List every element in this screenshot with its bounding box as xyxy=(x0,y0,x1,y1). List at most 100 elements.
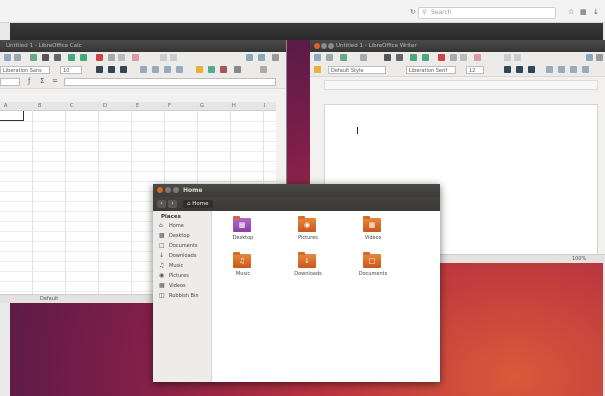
folder-music[interactable]: ♫ Music xyxy=(218,252,268,294)
undo-icon[interactable] xyxy=(160,54,167,61)
sidebar-item-rubbish-bin[interactable]: ◫ Rubbish Bin xyxy=(153,292,211,301)
clone-formatting-icon[interactable] xyxy=(132,54,139,61)
zoom-level[interactable]: 100% xyxy=(572,256,586,262)
column-header-i[interactable]: I xyxy=(264,103,265,109)
print-preview-icon[interactable] xyxy=(396,54,403,61)
sidebar-item-downloads[interactable]: ↓ Downloads xyxy=(153,252,211,261)
name-box[interactable] xyxy=(0,78,20,86)
spellcheck-icon[interactable] xyxy=(410,54,417,61)
align-center-icon[interactable] xyxy=(152,66,159,73)
spellcheck-icon[interactable] xyxy=(68,54,75,61)
formula-icon[interactable]: = xyxy=(52,77,58,85)
toolbar-more-icon[interactable] xyxy=(272,54,279,61)
undo-icon[interactable] xyxy=(504,54,511,61)
redo-icon[interactable] xyxy=(170,54,177,61)
minimize-icon[interactable] xyxy=(165,187,171,193)
bold-icon[interactable] xyxy=(504,66,511,73)
align-right-icon[interactable] xyxy=(570,66,577,73)
paste-icon[interactable] xyxy=(118,54,125,61)
breadcrumb[interactable]: ⌂ Home xyxy=(183,200,213,208)
column-header-g[interactable]: G xyxy=(200,103,204,109)
borders-icon[interactable] xyxy=(234,66,241,73)
maximize-icon[interactable] xyxy=(173,187,179,193)
formula-input[interactable] xyxy=(64,78,276,86)
star-icon[interactable]: ☆ xyxy=(568,8,574,16)
column-header-e[interactable]: E xyxy=(136,103,139,109)
close-icon[interactable] xyxy=(314,43,320,49)
calc-font-name-field[interactable]: Liberation Sans xyxy=(0,66,50,74)
minimize-icon[interactable] xyxy=(321,43,327,49)
currency-icon[interactable] xyxy=(196,66,203,73)
underline-icon[interactable] xyxy=(528,66,535,73)
sidebar-item-pictures[interactable]: ◉ Pictures xyxy=(153,272,211,281)
autospell-icon[interactable] xyxy=(422,54,429,61)
paragraph-style-field[interactable]: Default Style xyxy=(328,66,386,74)
calc-font-size-field[interactable]: 10 xyxy=(60,66,82,74)
column-header-f[interactable]: F xyxy=(168,103,171,109)
save-icon[interactable] xyxy=(340,54,347,61)
autospell-icon[interactable] xyxy=(80,54,87,61)
folder-documents[interactable]: □ Documents xyxy=(348,252,398,294)
print-icon[interactable] xyxy=(384,54,391,61)
column-header-a[interactable]: A xyxy=(4,103,7,109)
function-wizard-icon[interactable]: ƒ xyxy=(28,77,30,85)
underline-icon[interactable] xyxy=(120,66,127,73)
maximize-icon[interactable] xyxy=(328,43,334,49)
cut-icon[interactable] xyxy=(96,54,103,61)
search-input[interactable]: ⚲ Search xyxy=(418,7,556,19)
styles-icon[interactable] xyxy=(314,66,321,73)
forward-button[interactable]: › xyxy=(168,200,177,208)
folder-desktop[interactable]: ▩ Desktop xyxy=(218,216,268,258)
folder-downloads[interactable]: ↓ Downloads xyxy=(283,252,333,294)
sidebar-item-desktop[interactable]: ▩ Desktop xyxy=(153,232,211,241)
folder-videos[interactable]: ▦ Videos xyxy=(348,216,398,258)
print-icon[interactable] xyxy=(42,54,49,61)
column-header-d[interactable]: D xyxy=(103,103,107,109)
clone-formatting-icon[interactable] xyxy=(474,54,481,61)
cut-icon[interactable] xyxy=(438,54,445,61)
toolbar-more-icon[interactable] xyxy=(596,54,603,61)
horizontal-ruler[interactable] xyxy=(324,80,598,90)
italic-icon[interactable] xyxy=(516,66,523,73)
paste-icon[interactable] xyxy=(460,54,467,61)
italic-icon[interactable] xyxy=(108,66,115,73)
bookmark-icon[interactable]: ▦ xyxy=(580,8,587,16)
reload-icon[interactable]: ↻ xyxy=(410,8,416,16)
copy-icon[interactable] xyxy=(450,54,457,61)
copy-icon[interactable] xyxy=(108,54,115,61)
sidebar-item-videos[interactable]: ▦ Videos xyxy=(153,282,211,291)
new-icon[interactable] xyxy=(314,54,321,61)
new-icon[interactable] xyxy=(4,54,11,61)
back-button[interactable]: ‹ xyxy=(157,200,166,208)
close-icon[interactable] xyxy=(157,187,163,193)
export-pdf-icon[interactable] xyxy=(360,54,367,61)
align-right-icon[interactable] xyxy=(164,66,171,73)
active-cell[interactable] xyxy=(0,111,24,121)
folder-pictures[interactable]: ◉ Pictures xyxy=(283,216,333,258)
decimal-icon[interactable] xyxy=(220,66,227,73)
align-center-icon[interactable] xyxy=(558,66,565,73)
open-icon[interactable] xyxy=(14,54,21,61)
sidebar-item-home[interactable]: ⌂ Home xyxy=(153,222,211,231)
align-left-icon[interactable] xyxy=(140,66,147,73)
writer-font-name-field[interactable]: Liberation Serif xyxy=(406,66,456,74)
writer-font-size-field[interactable]: 12 xyxy=(466,66,484,74)
align-left-icon[interactable] xyxy=(546,66,553,73)
insert-table-icon[interactable] xyxy=(586,54,593,61)
export-pdf-icon[interactable] xyxy=(30,54,37,61)
open-icon[interactable] xyxy=(326,54,333,61)
sum-icon[interactable]: Σ xyxy=(40,77,44,85)
column-header-c[interactable]: C xyxy=(70,103,74,109)
percent-icon[interactable] xyxy=(208,66,215,73)
column-header-b[interactable]: B xyxy=(38,103,41,109)
insert-image-icon[interactable] xyxy=(258,54,265,61)
print-preview-icon[interactable] xyxy=(54,54,61,61)
justify-icon[interactable] xyxy=(582,66,589,73)
redo-icon[interactable] xyxy=(514,54,521,61)
sidebar-item-documents[interactable]: □ Documents xyxy=(153,242,211,251)
insert-chart-icon[interactable] xyxy=(246,54,253,61)
sidebar-item-music[interactable]: ♫ Music xyxy=(153,262,211,271)
download-icon[interactable]: ↓ xyxy=(593,8,599,16)
column-header-h[interactable]: H xyxy=(232,103,236,109)
bold-icon[interactable] xyxy=(96,66,103,73)
